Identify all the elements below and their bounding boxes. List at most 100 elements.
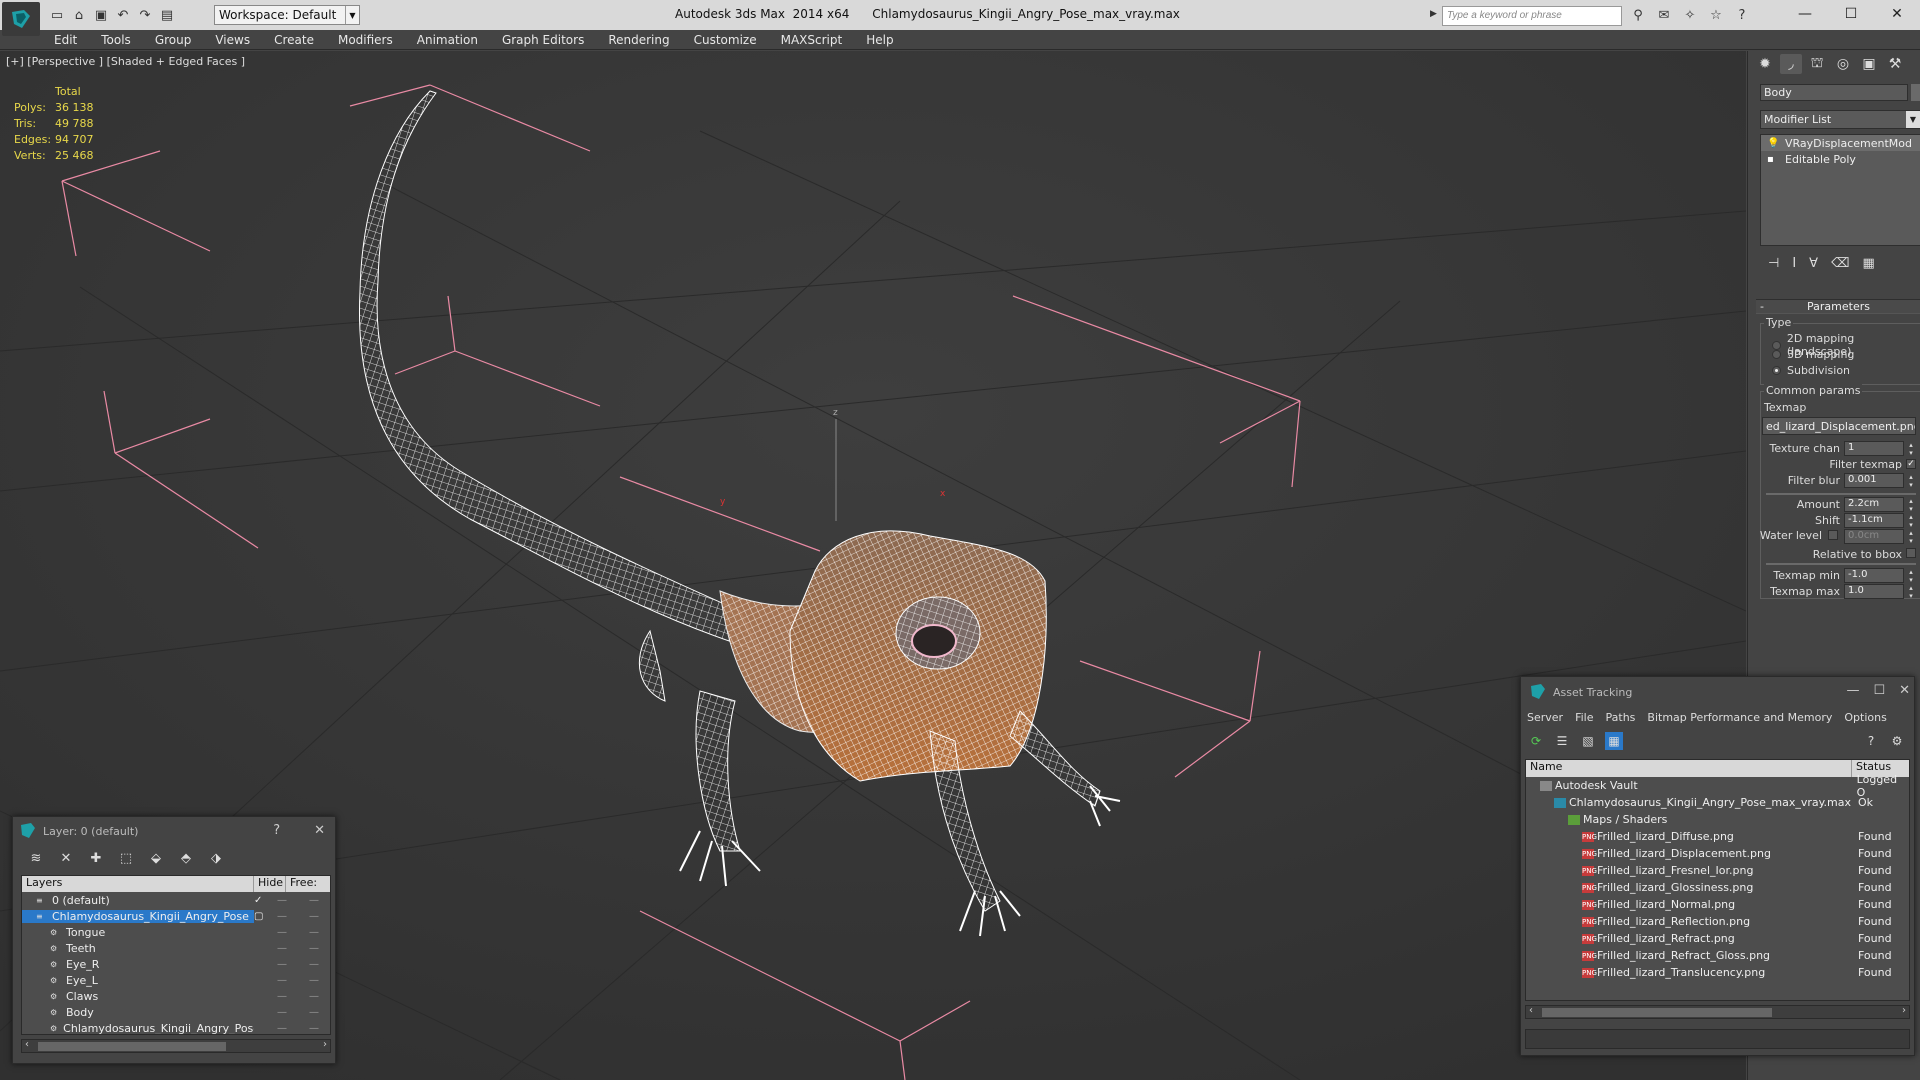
menu-server[interactable]: Server	[1527, 711, 1563, 724]
stack-item-editable-poly[interactable]: ▪ Editable Poly	[1761, 151, 1920, 167]
add-to-layer-icon[interactable]: ✚	[87, 849, 105, 867]
table-view-icon[interactable]: ▦	[1605, 732, 1623, 750]
close-icon[interactable]: ✕	[1899, 683, 1910, 698]
horizontal-scrollbar[interactable]: ‹ ›	[1525, 1005, 1910, 1019]
freeze-toggle[interactable]: —	[298, 1007, 330, 1018]
asset-row[interactable]: Maps / Shaders	[1526, 811, 1909, 828]
layer-row[interactable]: ⚙ Teeth — —	[22, 940, 330, 956]
search-input[interactable]: Type a keyword or phrase	[1442, 6, 1622, 26]
scrollbar-thumb[interactable]	[1542, 1008, 1772, 1017]
close-icon[interactable]: ✕	[1874, 0, 1920, 28]
asset-row[interactable]: PNG Frilled_lizard_Diffuse.png Found	[1526, 828, 1909, 845]
relative-bbox-checkbox[interactable]	[1906, 548, 1916, 558]
help-icon[interactable]: ?	[1862, 732, 1880, 750]
texmap-button[interactable]: ed_lizard_Displacement.png)	[1762, 417, 1916, 435]
water-level-checkbox[interactable]	[1828, 530, 1838, 540]
hide-toggle[interactable]: —	[266, 991, 298, 1002]
menu-file[interactable]: File	[1575, 711, 1593, 724]
app-menu-button[interactable]	[2, 2, 40, 36]
filter-texmap-checkbox[interactable]: ✓	[1906, 459, 1916, 469]
motion-tab-icon[interactable]: ◎	[1832, 54, 1854, 74]
stack-item-vray-displacement[interactable]: 💡 VRayDisplacementMod	[1761, 135, 1920, 151]
thumbnail-view-icon[interactable]: ▧	[1579, 732, 1597, 750]
freeze-toggle[interactable]: —	[298, 1023, 330, 1034]
menu-options[interactable]: Options	[1844, 711, 1886, 724]
asset-row[interactable]: PNG Frilled_lizard_Fresnel_Ior.png Found	[1526, 862, 1909, 879]
layer-row[interactable]: ⚙ Chlamydosaurus_Kingii_Angry_Pose — —	[22, 1020, 330, 1035]
help-button[interactable]: ?	[273, 823, 280, 838]
show-end-result-icon[interactable]: Ι	[1792, 256, 1796, 271]
asset-row[interactable]: PNG Frilled_lizard_Refract.png Found	[1526, 930, 1909, 947]
menu-customize[interactable]: Customize	[694, 33, 757, 47]
freeze-toggle[interactable]: —	[298, 911, 330, 922]
freeze-all-icon[interactable]: ⬗	[207, 849, 225, 867]
scrollbar-thumb[interactable]	[38, 1042, 226, 1051]
hide-toggle[interactable]: —	[266, 1023, 298, 1034]
asset-row[interactable]: PNG Frilled_lizard_Refract_Gloss.png Found	[1526, 947, 1909, 964]
menu-edit[interactable]: Edit	[54, 33, 77, 47]
scroll-right-icon[interactable]: ›	[323, 1039, 327, 1050]
layer-row[interactable]: ⚙ Tongue — —	[22, 924, 330, 940]
asset-row[interactable]: PNG Frilled_lizard_Reflection.png Found	[1526, 913, 1909, 930]
menu-tools[interactable]: Tools	[101, 33, 131, 47]
layers-icon[interactable]: ≋	[27, 849, 45, 867]
object-name-field[interactable]: Body	[1760, 84, 1908, 101]
asset-row[interactable]: Autodesk Vault Logged O	[1526, 773, 1909, 799]
freeze-toggle[interactable]: —	[298, 975, 330, 986]
menu-animation[interactable]: Animation	[417, 33, 478, 47]
menu-rendering[interactable]: Rendering	[608, 33, 669, 47]
column-freeze[interactable]: Free:	[286, 876, 317, 892]
configure-sets-icon[interactable]: ▦	[1862, 256, 1874, 271]
maximize-icon[interactable]: ☐	[1828, 0, 1874, 28]
texmap-max-spinner[interactable]: 1.0	[1844, 584, 1915, 600]
asset-row[interactable]: Chlamydosaurus_Kingii_Angry_Pose_max_vra…	[1526, 794, 1909, 811]
texture-chan-spinner[interactable]: 1	[1844, 441, 1915, 457]
water-level-spinner[interactable]: 0.0cm	[1844, 529, 1915, 545]
hide-toggle[interactable]: —	[266, 1007, 298, 1018]
pin-stack-icon[interactable]: ⊣	[1768, 256, 1779, 271]
highlight-layer-icon[interactable]: ⬙	[147, 849, 165, 867]
binoculars-icon[interactable]: ⚲	[1628, 6, 1648, 24]
maximize-icon[interactable]: ☐	[1873, 683, 1885, 698]
display-tab-icon[interactable]: ▣	[1858, 54, 1880, 74]
menu-group[interactable]: Group	[155, 33, 192, 47]
shift-spinner[interactable]: -1.1cm	[1844, 513, 1915, 529]
expand-icon[interactable]: ▪	[1767, 154, 1779, 165]
texmap-min-spinner[interactable]: -1.0	[1844, 568, 1915, 584]
redo-icon[interactable]: ↷	[136, 6, 154, 24]
amount-spinner[interactable]: 2.2cm	[1844, 497, 1915, 513]
modifier-list-dropdown[interactable]: Modifier List ▼	[1760, 110, 1920, 129]
communication-center-icon[interactable]: ✉	[1654, 6, 1674, 24]
menu-maxscript[interactable]: MAXScript	[781, 33, 843, 47]
layer-row[interactable]: ≡ Chlamydosaurus_Kingii_Angry_Pose ▢ — —	[22, 908, 330, 924]
menu-paths[interactable]: Paths	[1606, 711, 1636, 724]
star-icon[interactable]: ☆	[1706, 6, 1726, 24]
filter-blur-spinner[interactable]: 0.001	[1844, 473, 1915, 489]
freeze-toggle[interactable]: —	[298, 959, 330, 970]
layer-row[interactable]: ⚙ Body — —	[22, 1004, 330, 1020]
horizontal-scrollbar[interactable]: ‹ ›	[21, 1039, 331, 1053]
hide-toggle[interactable]: —	[266, 895, 298, 906]
minimize-icon[interactable]: —	[1846, 683, 1859, 698]
menu-views[interactable]: Views	[215, 33, 250, 47]
layer-row[interactable]: ⚙ Eye_R — —	[22, 956, 330, 972]
project-folder-icon[interactable]: ▤	[158, 6, 176, 24]
hide-toggle[interactable]: —	[266, 975, 298, 986]
hide-all-icon[interactable]: ⬘	[177, 849, 195, 867]
radio-3d-mapping[interactable]: 3D mapping	[1772, 348, 1854, 361]
hide-toggle[interactable]: —	[266, 943, 298, 954]
remove-modifier-icon[interactable]: ⌫	[1831, 256, 1849, 271]
menu-create[interactable]: Create	[274, 33, 314, 47]
list-view-icon[interactable]: ☰	[1553, 732, 1571, 750]
scroll-right-icon[interactable]: ›	[1902, 1005, 1906, 1016]
hide-toggle[interactable]: —	[266, 927, 298, 938]
layer-row[interactable]: ≡ 0 (default) ✓ — —	[22, 892, 330, 908]
column-layers[interactable]: Layers	[22, 876, 254, 892]
make-unique-icon[interactable]: ∀	[1809, 256, 1818, 271]
freeze-toggle[interactable]: —	[298, 943, 330, 954]
object-color-swatch[interactable]	[1911, 84, 1920, 101]
close-icon[interactable]: ✕	[314, 823, 325, 838]
open-file-icon[interactable]: ⌂	[70, 6, 88, 24]
search-expand-icon[interactable]: ▶	[1430, 9, 1437, 19]
parameters-rollout-header[interactable]: - Parameters	[1756, 299, 1920, 314]
